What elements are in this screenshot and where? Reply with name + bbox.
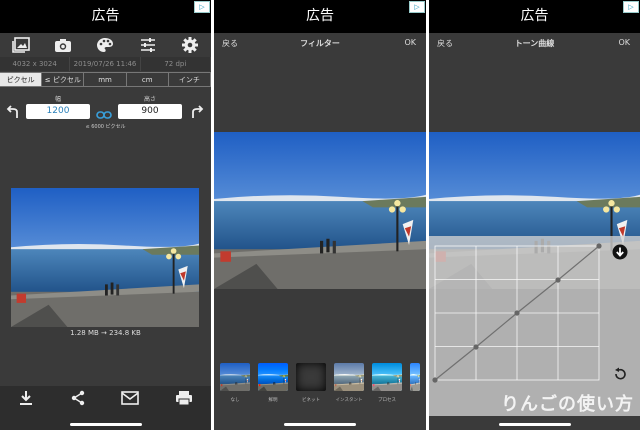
nav-bar: 戻る トーン曲線 OK [429,33,640,55]
unit-inch[interactable]: インチ [167,72,211,87]
unit-cm[interactable]: cm [125,72,169,87]
filter-label: インスタント [335,398,363,403]
filter-none[interactable]: なし [220,363,250,413]
mail-icon[interactable] [121,390,140,409]
file-size-text: 1.28 MB → 234.8 KB [70,329,141,337]
filter-more[interactable] [410,363,426,413]
ad-label: 広告 [306,8,334,24]
image-info-row: 4032 x 3024 2019/07/26 11:46 72 dpi [0,57,211,71]
rotate-right-icon[interactable] [190,104,204,123]
ad-choices-icon[interactable]: ▷ [194,1,210,13]
gear-icon[interactable] [179,35,201,55]
unit-max-pixel[interactable]: ≤ ピクセル [41,72,85,87]
filter-thumbnail [334,363,364,391]
down-arrow-icon[interactable] [612,244,628,264]
filter-vignette[interactable]: ビネット [296,363,326,413]
filter-label: プロセス [378,398,396,403]
tone-curve-screen: 広告 ▷ 戻る トーン曲線 OK りんごの使い方 [429,0,640,430]
photo-library-icon[interactable] [10,35,32,55]
width-label: 幅 [54,96,61,103]
unit-selector: ピクセル ≤ ピクセル mm cm インチ [0,72,211,87]
page-title: フィルター [300,39,340,48]
unit-pixel[interactable]: ピクセル [0,72,43,87]
sliders-icon[interactable] [137,35,159,55]
max-pixel-note: ≤ 6000 ピクセル [85,124,126,130]
ok-button[interactable]: OK [618,38,630,47]
palette-icon[interactable] [94,35,116,55]
tone-curve-graph[interactable] [429,236,640,416]
top-toolbar [0,33,211,57]
site-watermark: りんごの使い方 [501,394,634,415]
filter-process[interactable]: プロセス [372,363,402,413]
filter-label: 鮮明 [268,398,278,403]
height-field[interactable]: 900 [118,104,182,119]
camera-icon[interactable] [52,35,74,55]
resize-screen: 広告 ▷ 4032 x 3024 2019/07/26 11:46 72 dpi… [0,0,211,430]
filter-label: ビネット [302,398,320,403]
image-dpi: 72 dpi [141,57,211,71]
ad-banner[interactable]: 広告 ▷ [0,0,211,33]
width-field[interactable]: 1200 [26,104,90,119]
filter-preview-photo [214,132,426,289]
home-indicator [498,423,571,426]
size-controls: 幅 1200 高さ 900 ≤ 6000 ピクセル [0,88,211,130]
nav-bar: 戻る フィルター OK [214,33,426,55]
page-title: トーン曲線 [514,39,555,48]
ad-choices-icon[interactable]: ▷ [409,1,425,13]
ad-banner[interactable]: 広告 ▷ [429,0,640,33]
print-icon[interactable] [175,390,193,410]
ok-button[interactable]: OK [404,38,416,47]
share-icon[interactable] [70,390,86,410]
ad-choices-icon[interactable]: ▷ [623,1,639,13]
filter-thumbnail [220,363,250,391]
rotate-left-icon[interactable] [6,104,20,123]
download-icon[interactable] [18,390,34,410]
ad-label: 広告 [520,8,549,24]
filter-instant[interactable]: インスタント [334,363,364,413]
filter-vivid[interactable]: 鮮明 [258,363,288,413]
home-indicator [284,423,356,426]
filter-screen: 広告 ▷ 戻る フィルター OK なし 鮮明 ビネット インスタント プロセス [214,0,426,430]
ad-banner[interactable]: 広告 ▷ [214,0,426,33]
filter-thumbnail [258,363,288,391]
filter-thumbnail [372,363,402,391]
image-dimensions: 4032 x 3024 [0,57,71,71]
filter-thumbnail [296,363,326,391]
ad-label: 広告 [91,8,120,24]
preview-photo [11,188,199,327]
tone-curve-panel[interactable] [429,236,640,416]
undo-icon[interactable] [613,366,627,385]
unit-mm[interactable]: mm [83,72,127,87]
height-label: 高さ [143,96,156,103]
filter-list: なし 鮮明 ビネット インスタント プロセス [214,363,426,413]
home-indicator [69,423,142,426]
filter-label: なし [230,398,240,403]
filter-thumbnail [410,363,420,391]
image-date: 2019/07/26 11:46 [70,57,141,71]
